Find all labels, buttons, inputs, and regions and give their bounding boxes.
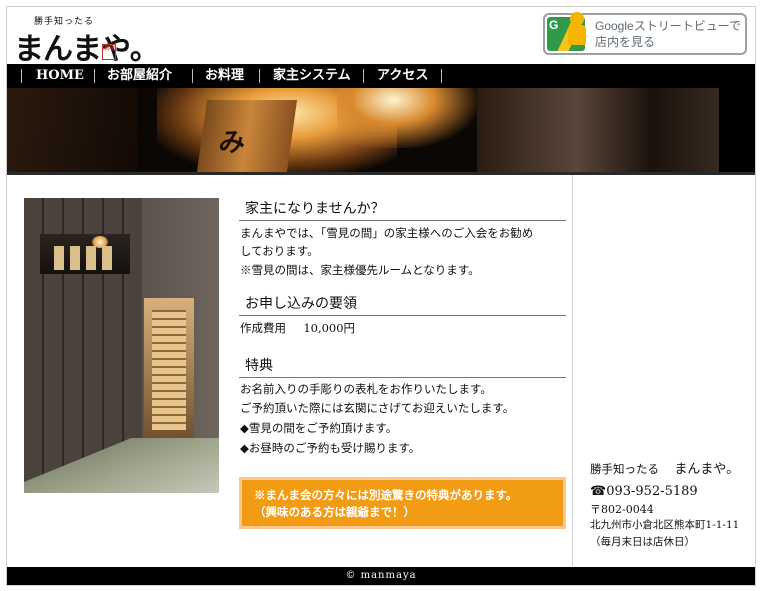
shop-prefix: 勝手知ったる xyxy=(590,462,659,476)
nav-item-owner-system[interactable]: 家主システム xyxy=(273,64,351,88)
map-letter: G xyxy=(549,18,559,32)
nav-item-home[interactable]: HOME xyxy=(36,64,84,88)
shop-sign xyxy=(40,234,130,274)
benefits-text-line2: ご予約頂いた際には玄関にさげてお迎えいたします。 xyxy=(240,401,515,415)
benefits-bullet: ◆雪見の間をご予約頂けます。 xyxy=(240,421,398,435)
logo-seal: 酒場 xyxy=(102,44,116,60)
nav-item-access[interactable]: アクセス xyxy=(377,64,428,88)
benefits-bullet: ◆お昼時のご予約も受け賜ります。 xyxy=(240,441,421,455)
nav-separator xyxy=(259,69,260,83)
postal-code: 〒802-0044 xyxy=(590,503,654,516)
section1-text-line2: しております。 xyxy=(240,244,319,258)
fee-value: 10,000円 xyxy=(303,321,356,335)
pegman-icon xyxy=(567,12,587,52)
benefits-text-line1: お名前入りの手彫りの表札をお作りいたします。 xyxy=(240,382,492,396)
nav-separator xyxy=(441,69,442,83)
streetview-button[interactable]: G Googleストリートビューで 店内を見る xyxy=(543,12,747,55)
site-logo[interactable]: 勝手知ったる まんまや。 酒場 xyxy=(14,14,160,67)
section-title-application: お申し込みの要領 xyxy=(239,294,566,316)
main-nav: HOME お部屋紹介 お料理 家主システム アクセス xyxy=(7,64,755,88)
shop-name-block: 勝手知ったる まんまや。 xyxy=(590,461,739,478)
nav-separator xyxy=(192,69,193,83)
nav-item-rooms[interactable]: お部屋紹介 xyxy=(107,64,172,88)
nav-separator xyxy=(21,69,22,83)
fee-label: 作成費用 xyxy=(240,321,286,335)
streetview-label-line1: Googleストリートビューで xyxy=(595,19,741,33)
fee-row: 作成費用 10,000円 xyxy=(240,319,355,337)
section-title-become-owner: 家主になりませんか？ xyxy=(239,199,566,221)
banner-divider xyxy=(7,172,755,175)
sidebar-divider xyxy=(572,175,573,567)
streetview-label: Googleストリートビューで 店内を見る xyxy=(595,18,741,50)
section1-note: ※雪見の間は、家主様優先ルームとなります。 xyxy=(240,263,480,277)
storefront-photo xyxy=(24,198,219,493)
section-title-benefits: 特典 xyxy=(239,356,566,378)
header-banner-image: み xyxy=(7,88,755,172)
notice-line1: ※まんま会の方々には別途驚きの特典があります。 xyxy=(254,488,518,502)
banner-sign-text: み xyxy=(216,128,248,158)
phone-number[interactable]: ☎093-952-5189 xyxy=(590,484,698,500)
member-notice-box: ※まんま会の方々には別途驚きの特典があります。 （興味のある方は親爺まで！） xyxy=(239,477,566,529)
nav-separator xyxy=(94,69,95,83)
address: 北九州市小倉北区熊本町1-1-11 xyxy=(590,519,740,531)
holiday-note: （毎月末日は店休日） xyxy=(590,536,695,548)
nav-item-cuisine[interactable]: お料理 xyxy=(205,64,244,88)
shop-name: まんまや。 xyxy=(674,462,740,477)
nav-separator xyxy=(363,69,364,83)
notice-line2: （興味のある方は親爺まで！） xyxy=(254,505,415,519)
streetview-label-line2: 店内を見る xyxy=(595,35,656,49)
copyright: © manmaya xyxy=(345,570,417,581)
footer: © manmaya xyxy=(7,567,755,585)
logo-title: まんまや。 xyxy=(14,32,160,67)
section1-text-line1: まんまやでは、「雪見の間」の家主様へのご入会をお勧め xyxy=(240,226,534,240)
